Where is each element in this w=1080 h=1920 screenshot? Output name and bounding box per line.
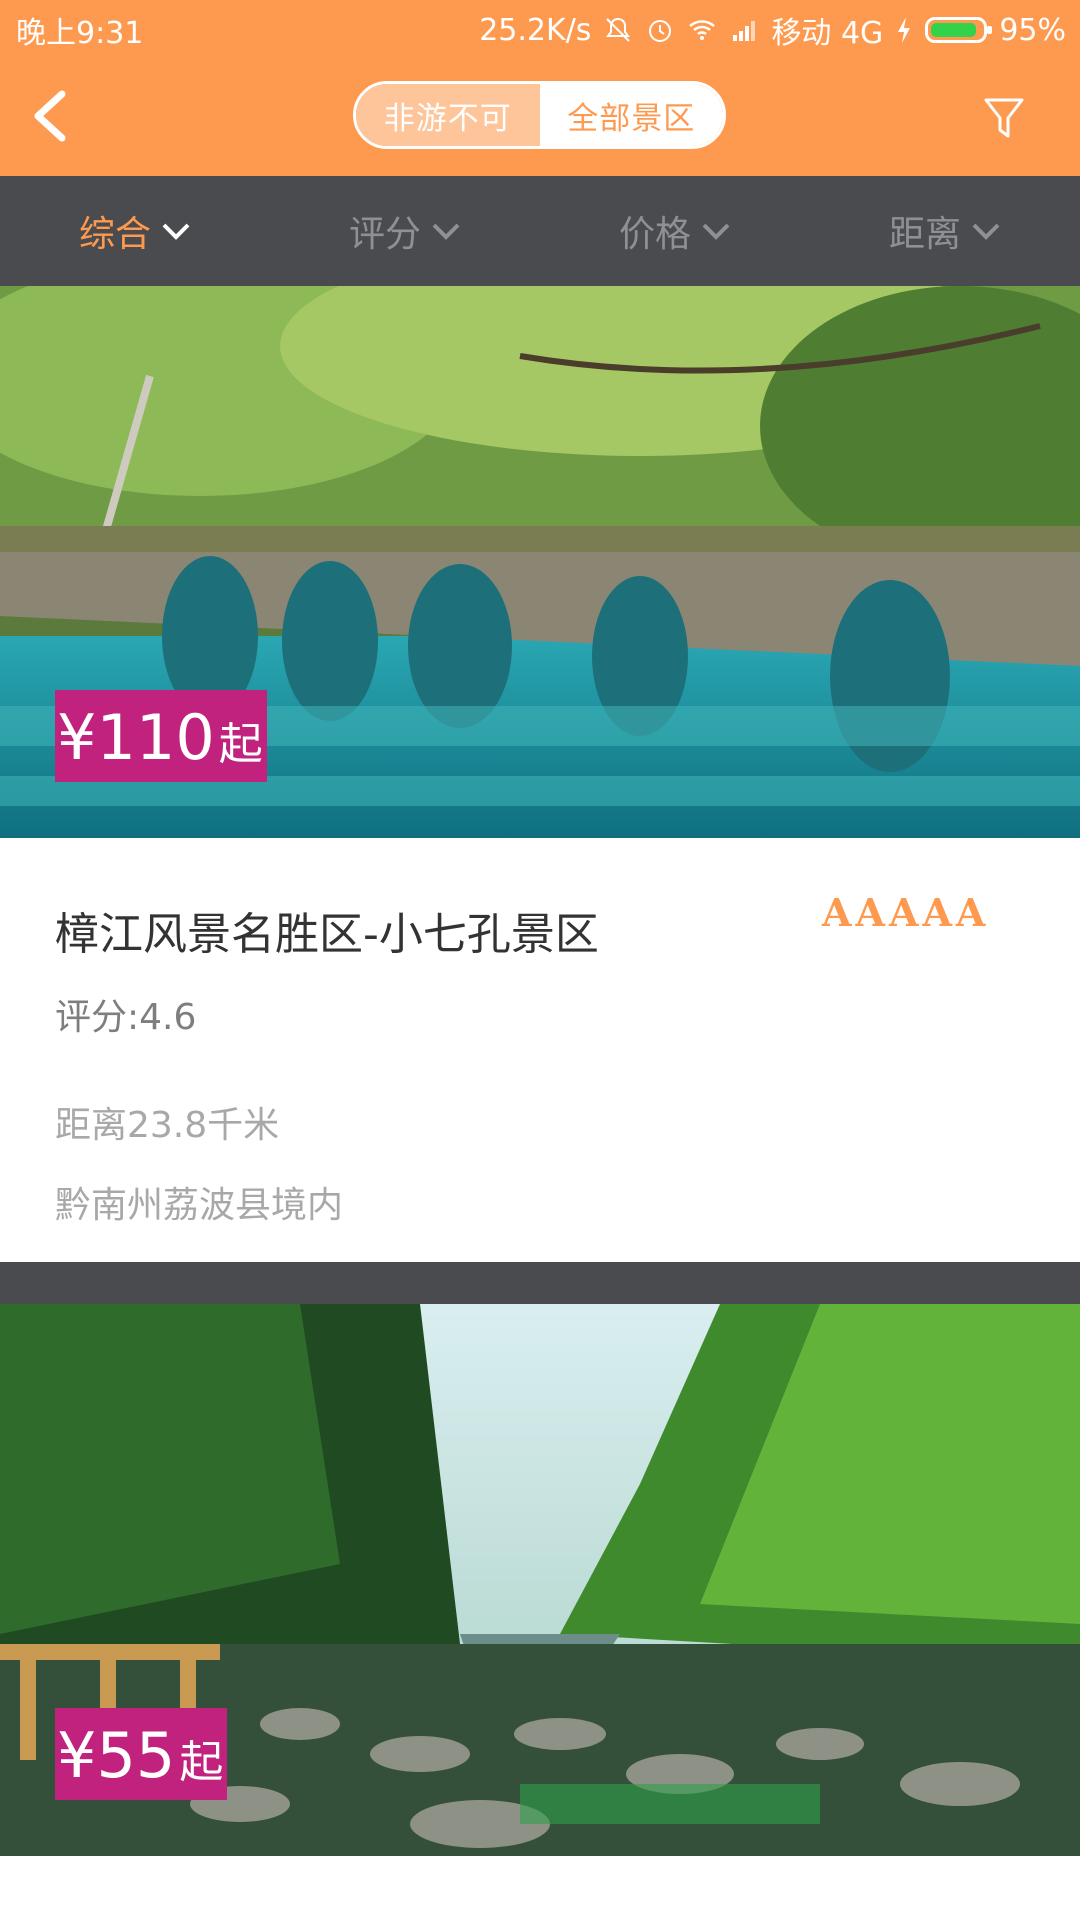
chevron-down-icon: [972, 223, 1000, 240]
back-arrow-icon[interactable]: [24, 86, 84, 146]
scenic-photo: ¥55 起: [0, 1304, 1080, 1856]
price-tag: ¥55 起: [55, 1708, 228, 1800]
chevron-down-icon: [162, 223, 190, 240]
price-amount: ¥55: [57, 1719, 176, 1792]
sort-bar: 综合 评分 价格 距离: [0, 176, 1080, 286]
sort-tab-label: 价格: [618, 214, 691, 255]
sort-tab-comprehensive[interactable]: 综合: [0, 176, 270, 286]
charging-icon: [898, 17, 911, 43]
scenic-card[interactable]: ¥55 起: [0, 1304, 1080, 1856]
scenic-info: 樟江风景名胜区-小七孔景区 AAAAA 评分:4.6 距离23.8千米 黔南州荔…: [0, 838, 1080, 1262]
status-time: 晚上9:31: [16, 16, 144, 51]
sort-tab-distance[interactable]: 距离: [810, 176, 1080, 286]
app-bar: 非游不可 全部景区: [0, 56, 1080, 176]
price-tag: ¥110 起: [55, 690, 267, 782]
carrier: 移动 4G: [771, 16, 884, 51]
sort-tab-price[interactable]: 价格: [540, 176, 810, 286]
segment-feiyoubuke[interactable]: 非游不可: [356, 84, 540, 146]
scenic-segment-control: 非游不可 全部景区: [353, 81, 726, 149]
status-right: 25.2K/s 移动 4G 95%: [479, 8, 1066, 52]
card-divider: [0, 1262, 1080, 1304]
scenic-card[interactable]: ¥110 起 樟江风景名胜区-小七孔景区 AAAAA 评分:4.6 距离23.8…: [0, 286, 1080, 1262]
scenic-rating: 评分:4.6: [55, 997, 197, 1038]
price-suffix: 起: [179, 1737, 224, 1788]
sort-tab-label: 综合: [78, 214, 151, 255]
scenic-title: 樟江风景名胜区-小七孔景区: [55, 909, 599, 960]
scenic-level-badge: AAAAA: [822, 890, 990, 935]
net-speed: 25.2K/s: [479, 12, 592, 48]
scenic-photo: ¥110 起: [0, 286, 1080, 838]
price-amount: ¥110: [57, 701, 215, 774]
mute-icon: [606, 17, 631, 42]
scenic-location: 黔南州荔波县境内: [55, 1185, 344, 1226]
filter-icon[interactable]: [982, 94, 1026, 142]
battery-icon: [925, 17, 993, 43]
chevron-down-icon: [702, 223, 730, 240]
status-bar: 晚上9:31 25.2K/s 移动 4G 95%: [0, 0, 1080, 56]
signal-icon: [733, 21, 756, 41]
segment-all-scenic[interactable]: 全部景区: [539, 84, 723, 146]
scenic-list: ¥110 起 樟江风景名胜区-小七孔景区 AAAAA 评分:4.6 距离23.8…: [0, 286, 1080, 1856]
wifi-icon: [689, 20, 716, 40]
price-suffix: 起: [218, 719, 263, 770]
alarm-icon: [649, 20, 672, 42]
scenic-distance: 距离23.8千米: [55, 1105, 280, 1146]
sort-tab-rating[interactable]: 评分: [270, 176, 540, 286]
sort-tab-label: 评分: [348, 214, 421, 255]
sort-tab-label: 距离: [888, 214, 961, 255]
chevron-down-icon: [432, 223, 460, 240]
battery-percent: 95%: [999, 12, 1066, 48]
